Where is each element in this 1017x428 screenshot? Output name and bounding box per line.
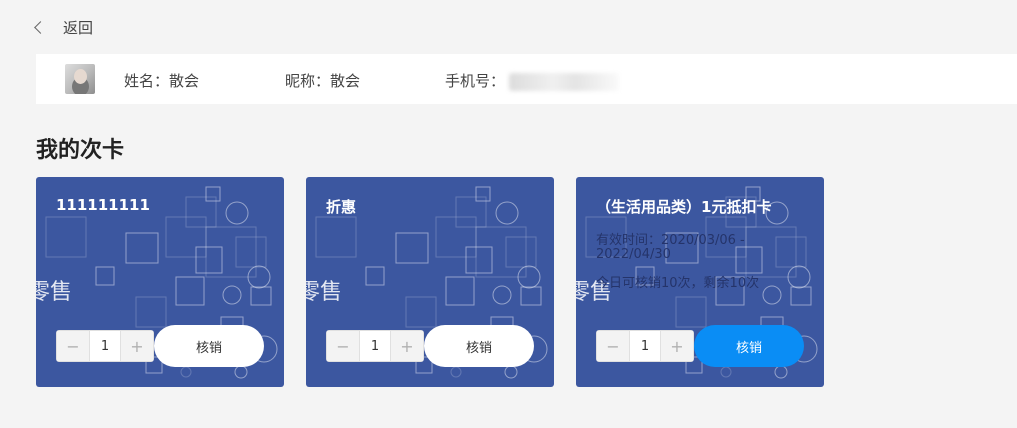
increment-button[interactable]: + — [121, 331, 153, 361]
quantity-value[interactable]: 1 — [359, 331, 391, 361]
decrement-button[interactable]: − — [327, 331, 359, 361]
card-1: 零售 111111111 − 1 + 核销 — [36, 177, 284, 387]
quantity-stepper: − 1 + — [56, 330, 154, 362]
watermark-text: 零售 — [36, 280, 73, 305]
decrement-button[interactable]: − — [597, 331, 629, 361]
back-link[interactable]: 返回 — [63, 17, 93, 38]
quantity-stepper: − 1 + — [326, 330, 424, 362]
quantity-value[interactable]: 1 — [629, 331, 661, 361]
increment-button[interactable]: + — [661, 331, 693, 361]
card-usage: 今日可核销10次，剩余10次 — [596, 276, 760, 291]
top-bar: 返回 — [0, 0, 1017, 54]
card-title: 折惠 — [326, 198, 357, 216]
redeem-button[interactable]: 核销 — [154, 325, 264, 367]
phone-redacted — [509, 72, 620, 91]
watermark-text: 零售 — [306, 280, 343, 305]
user-nickname: 昵称：散会 — [285, 72, 361, 90]
page-title: 我的次卡 — [36, 138, 125, 163]
card-3: 零售 （生活用品类）1元抵扣卡 有效时间：2020/03/06 - 2022/0… — [576, 177, 824, 387]
chevron-left-icon[interactable] — [34, 20, 47, 34]
card-validity: 有效时间：2020/03/06 - 2022/04/30 — [596, 233, 745, 262]
card-2: 零售 折惠 − 1 + 核销 — [306, 177, 554, 387]
redeem-button[interactable]: 核销 — [694, 325, 804, 367]
phone-label: 手机号： — [445, 72, 506, 90]
increment-button[interactable]: + — [391, 331, 423, 361]
avatar — [65, 64, 95, 94]
card-title: （生活用品类）1元抵扣卡 — [596, 198, 772, 216]
card-title: 111111111 — [56, 196, 150, 214]
quantity-stepper: − 1 + — [596, 330, 694, 362]
redeem-button[interactable]: 核销 — [424, 325, 534, 367]
user-name: 姓名：散会 — [124, 72, 200, 90]
quantity-value[interactable]: 1 — [89, 331, 121, 361]
user-info-bar: 姓名：散会 昵称：散会 手机号： — [36, 54, 1017, 104]
user-phone: 手机号： — [445, 70, 620, 91]
decrement-button[interactable]: − — [57, 331, 89, 361]
